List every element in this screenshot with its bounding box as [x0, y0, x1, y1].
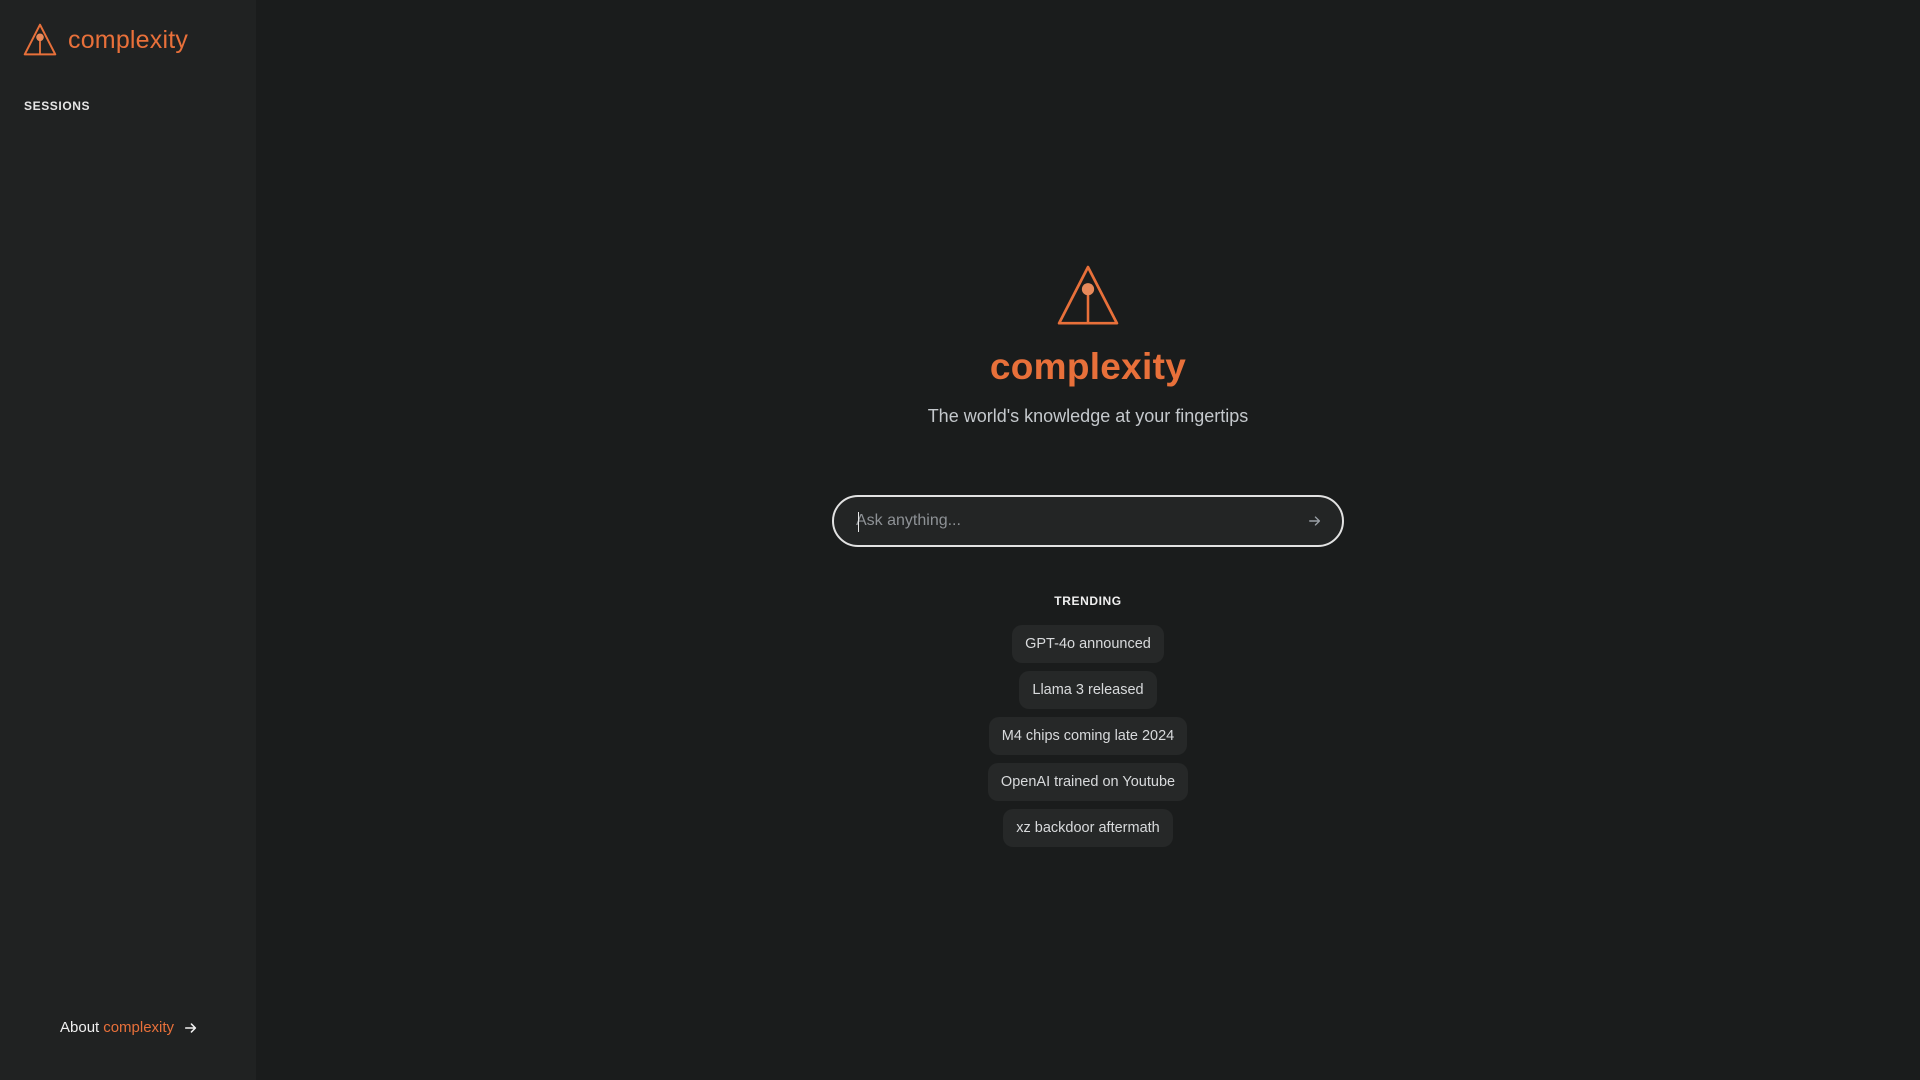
- about-brand: complexity: [103, 1019, 175, 1036]
- trending-chip[interactable]: Llama 3 released: [1019, 671, 1157, 709]
- app-root: complexity SESSIONS About complexity com…: [0, 0, 1920, 1080]
- trending-chip[interactable]: GPT-4o announced: [1012, 625, 1164, 663]
- sessions-heading: SESSIONS: [24, 99, 91, 113]
- hero-logo-icon: [1054, 262, 1122, 330]
- search-box[interactable]: [832, 495, 1344, 547]
- submit-button[interactable]: [1304, 510, 1326, 532]
- about-prefix: About: [60, 1019, 100, 1036]
- trending-chip[interactable]: xz backdoor aftermath: [1003, 809, 1173, 847]
- main-content: complexity The world's knowledge at your…: [256, 0, 1920, 1080]
- hero-title: complexity: [989, 346, 1187, 387]
- hero-subtitle: The world's knowledge at your fingertips: [927, 406, 1249, 426]
- text-caret: [858, 512, 859, 532]
- trending-chip[interactable]: OpenAI trained on Youtube: [987, 763, 1189, 801]
- brand-link[interactable]: complexity: [22, 22, 188, 58]
- sidebar: complexity SESSIONS About complexity: [0, 0, 256, 1080]
- trending-list: GPT-4o announced Llama 3 released M4 chi…: [256, 625, 1920, 847]
- trending-chip[interactable]: M4 chips coming late 2024: [988, 717, 1188, 755]
- arrow-right-icon: [1308, 514, 1322, 528]
- trending-heading: TRENDING: [1054, 594, 1122, 608]
- logo-icon: [22, 22, 58, 58]
- about-link[interactable]: About complexity: [60, 1019, 198, 1036]
- arrow-right-icon: [178, 1021, 198, 1035]
- search-input[interactable]: [856, 497, 1304, 545]
- brand-name: complexity: [68, 25, 189, 54]
